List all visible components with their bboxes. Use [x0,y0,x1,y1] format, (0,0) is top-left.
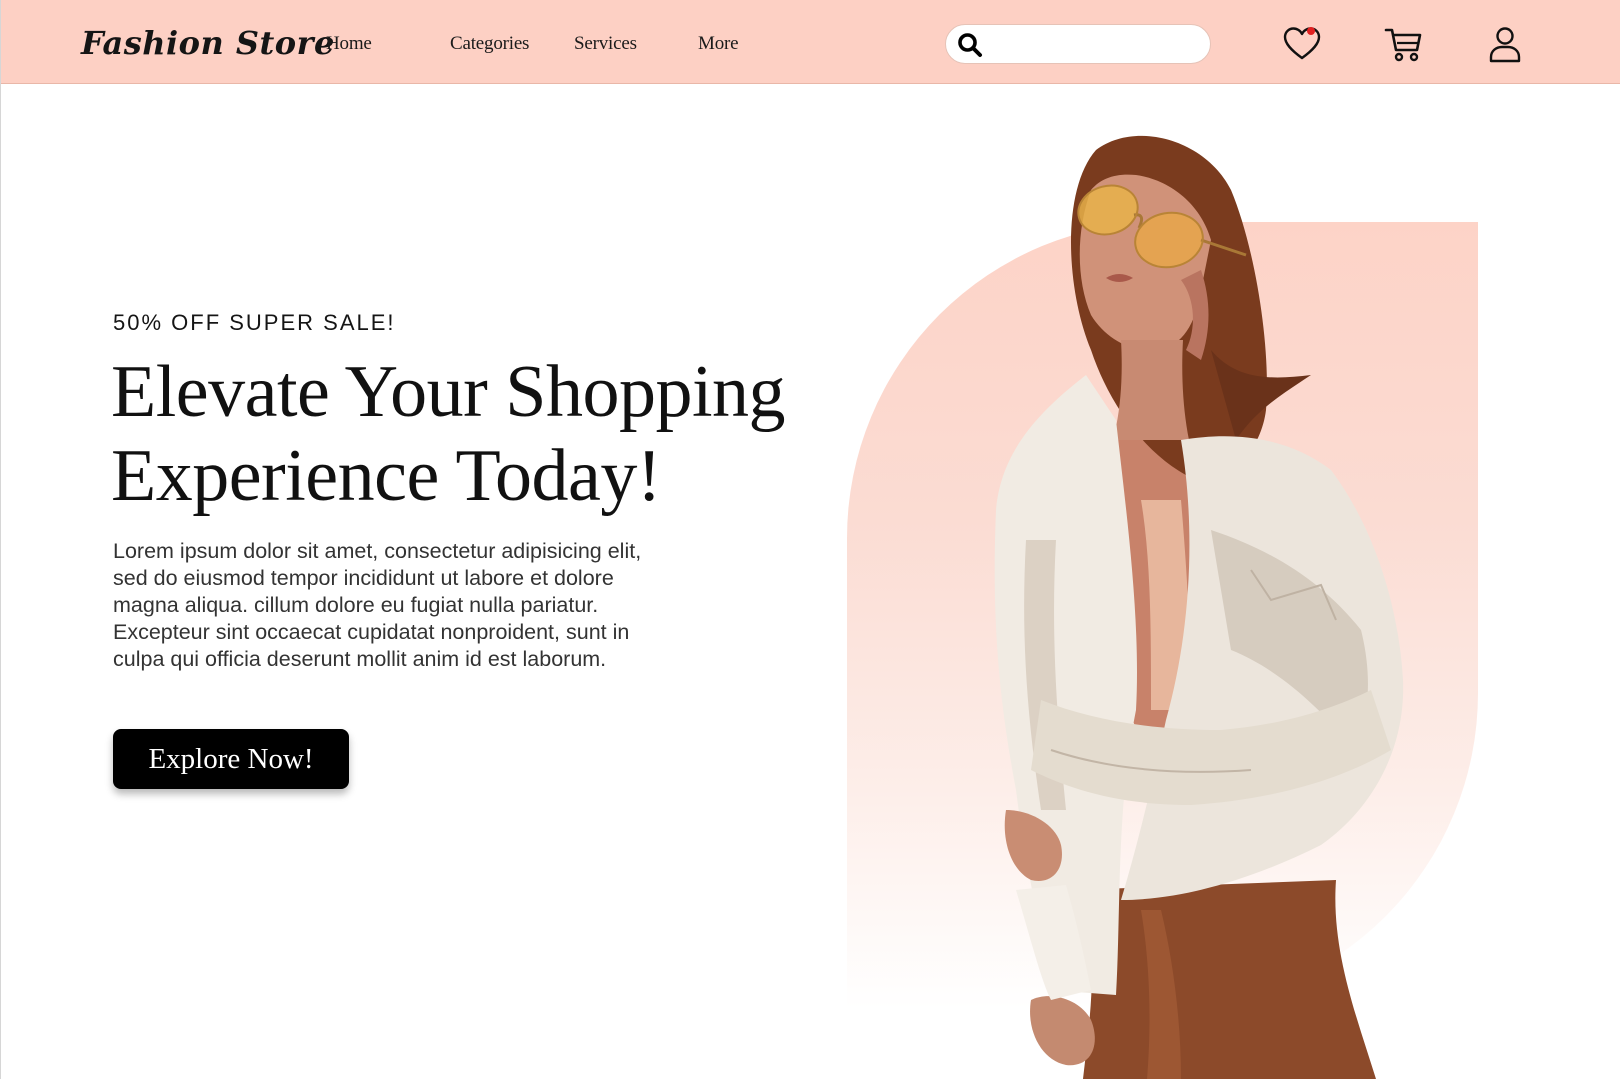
heart-icon [1283,27,1321,60]
search-input[interactable] [992,31,1202,59]
hero-headline-line1: Elevate Your Shopping [111,351,786,433]
nav-link-home[interactable]: Home [326,33,372,55]
cart-button[interactable] [1384,24,1424,64]
nav-link-categories[interactable]: Categories [450,33,529,55]
nav-link-more[interactable]: More [698,33,739,55]
nav-link-services[interactable]: Services [574,33,637,55]
user-icon [1489,27,1521,63]
top-navbar: Fashion Store Home Categories Services M… [1,0,1620,84]
hero-headline-line2: Experience Today! [111,435,661,517]
brand-logo[interactable]: Fashion Store [81,24,335,62]
search-bar[interactable] [945,24,1211,64]
explore-now-button[interactable]: Explore Now! [113,729,349,789]
wishlist-badge [1307,27,1315,35]
hero-description: Lorem ipsum dolor sit amet, consectetur … [113,539,642,671]
wishlist-button[interactable] [1282,24,1322,64]
cart-icon [1384,28,1422,62]
promo-text: 50% OFF SUPER SALE! [113,310,396,335]
account-button[interactable] [1485,24,1525,64]
search-icon[interactable] [956,31,984,59]
hero-headline: Elevate Your Shopping Experience Today! [111,350,851,518]
hero-model-image [994,135,1404,1079]
